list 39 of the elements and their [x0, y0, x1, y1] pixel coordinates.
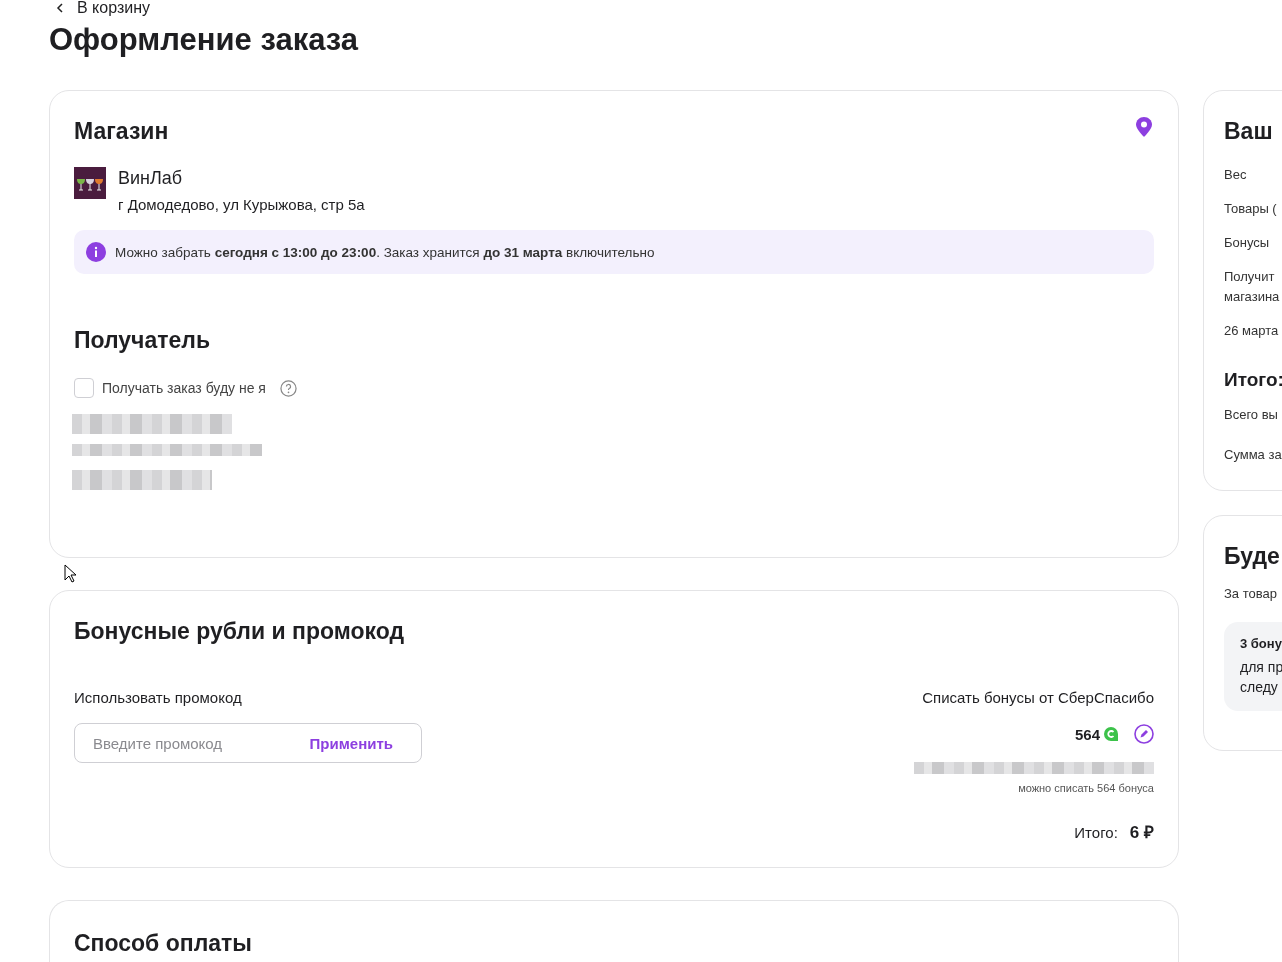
checkbox[interactable]: [74, 378, 94, 398]
back-link[interactable]: В корзину: [49, 0, 151, 16]
store-logo-icon: [74, 167, 106, 199]
info-icon: [86, 242, 106, 262]
section-heading: Магазин: [74, 117, 169, 146]
earn-description: для пр следу: [1240, 658, 1282, 697]
summary-row-text: Бонусы: [1224, 234, 1271, 252]
earn-text: За товар: [1224, 585, 1278, 603]
promo-field[interactable]: Введите промокод Применить: [74, 723, 422, 763]
section-heading: Способ оплаты: [74, 929, 253, 958]
bonus-balance: 564: [1074, 725, 1100, 743]
page-title: Оформление заказа: [49, 21, 360, 59]
location-pin-icon[interactable]: [1136, 117, 1152, 137]
store-name: ВинЛаб: [118, 167, 184, 189]
bonus-hint: можно списать 564 бонуса: [1018, 782, 1154, 794]
section-heading: Ваш: [1224, 117, 1274, 146]
checkbox-label[interactable]: Получать заказ буду не я: [102, 380, 266, 396]
notice-text: Можно забрать сегодня с 13:00 до 23:00. Заказ хранится до 31 марта включительно: [115, 244, 655, 260]
total-heading: Итого:: [1224, 369, 1282, 391]
summary-row-text: Сумма за: [1224, 446, 1282, 464]
section-heading: Бонусные рубли и промокод: [74, 617, 406, 646]
earn-title: 3 бону: [1240, 636, 1282, 651]
summary-row-text: Получит магазина: [1224, 268, 1281, 306]
section-heading: Получатель: [74, 326, 212, 355]
apply-button[interactable]: Применить: [309, 734, 393, 752]
cursor-icon: [64, 564, 76, 583]
edit-icon[interactable]: [1134, 724, 1154, 744]
summary-row-text: Вес: [1224, 166, 1248, 184]
promo-label: Использовать промокод: [74, 689, 243, 706]
section-heading: Буде: [1224, 542, 1281, 571]
summary-row-text: Всего вы: [1224, 406, 1279, 424]
sber-label: Списать бонусы от СберСпасибо: [922, 689, 1154, 706]
total-label: Итого:: [1074, 824, 1118, 841]
help-icon[interactable]: [279, 379, 297, 397]
summary-row-text: Товары (: [1224, 200, 1278, 218]
bonus-coin-icon: [1104, 727, 1118, 741]
total-value: 6 ₽: [1129, 822, 1154, 843]
store-address: г Домодедово, ул Курыжова, стр 5а: [118, 196, 365, 213]
summary-row-text: 26 марта: [1224, 322, 1280, 340]
